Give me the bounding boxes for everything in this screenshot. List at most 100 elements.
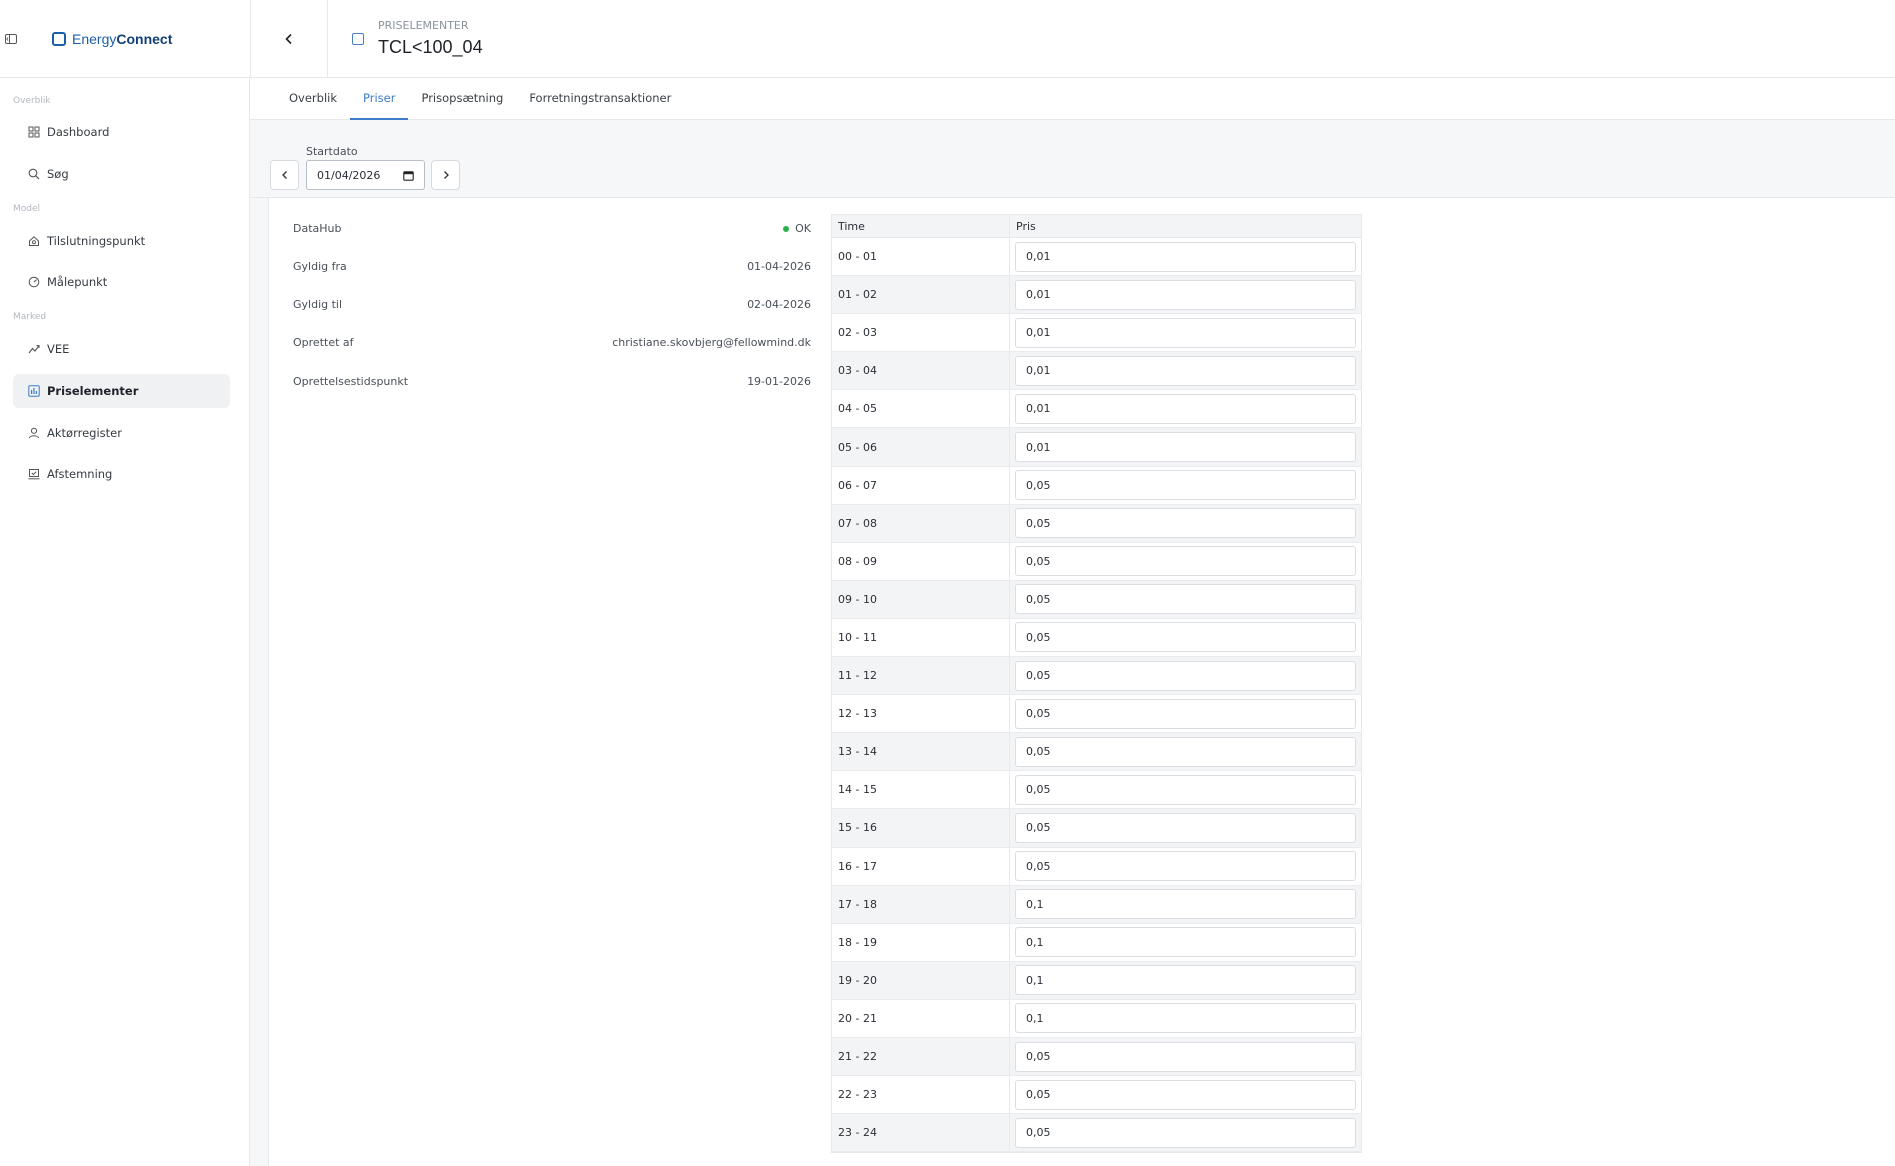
next-date-button[interactable] xyxy=(431,160,460,190)
hour-cell: 01 - 02 xyxy=(832,276,1010,314)
back-button[interactable] xyxy=(250,0,328,78)
price-input[interactable]: 0,1 xyxy=(1015,965,1356,996)
price-cell: 0,05 xyxy=(1010,848,1361,885)
brand-logo-area[interactable]: EnergyConnect xyxy=(22,0,250,78)
price-input[interactable]: 0,05 xyxy=(1015,546,1356,577)
sidebar-item-label: Aktørregister xyxy=(47,426,122,440)
price-input[interactable]: 0,05 xyxy=(1015,508,1356,539)
hour-cell: 05 - 06 xyxy=(832,428,1010,466)
sidebar-item-aktorregister[interactable]: Aktørregister xyxy=(13,416,230,450)
tab-forretningstransaktioner[interactable]: Forretningstransaktioner xyxy=(516,78,684,120)
column-header-pris[interactable]: Pris xyxy=(1010,215,1361,237)
calendar-icon[interactable] xyxy=(403,170,414,184)
grid-icon xyxy=(27,125,41,139)
table-row: 04 - 05 0,01 xyxy=(832,390,1361,429)
sidebar-toggle[interactable] xyxy=(0,0,22,78)
price-input[interactable]: 0,05 xyxy=(1015,470,1356,501)
price-input[interactable]: 0,05 xyxy=(1015,774,1356,805)
price-input[interactable]: 0,05 xyxy=(1015,1117,1356,1148)
scale-icon xyxy=(27,467,41,481)
hour-cell: 17 - 18 xyxy=(832,885,1010,923)
hour-cell: 13 - 14 xyxy=(832,733,1010,771)
table-row: 08 - 09 0,05 xyxy=(832,542,1361,581)
price-input[interactable]: 0,05 xyxy=(1015,1041,1356,1072)
hour-cell: 04 - 05 xyxy=(832,390,1010,428)
price-cell: 0,05 xyxy=(1010,771,1361,808)
sidebar-item-malepunkt[interactable]: Målepunkt xyxy=(13,265,230,299)
price-input[interactable]: 0,05 xyxy=(1015,584,1356,615)
hour-cell: 10 - 11 xyxy=(832,618,1010,657)
tab-prisopsaetning[interactable]: Prisopsætning xyxy=(408,78,516,120)
table-body: 00 - 01 0,01 01 - 02 0,01 02 - 03 0,01 03 - 04… xyxy=(832,238,1361,1153)
table-row: 02 - 03 0,01 xyxy=(832,314,1361,353)
gauge-icon xyxy=(27,275,41,289)
price-input[interactable]: 0,01 xyxy=(1015,241,1356,272)
price-cell: 0,01 xyxy=(1010,428,1361,465)
table-row: 06 - 07 0,05 xyxy=(832,466,1361,505)
info-label: DataHub xyxy=(293,221,342,235)
price-input[interactable]: 0,05 xyxy=(1015,660,1356,691)
price-cell: 0,01 xyxy=(1010,314,1361,351)
table-row: 01 - 02 0,01 xyxy=(832,276,1361,315)
tab-priser[interactable]: Priser xyxy=(350,78,409,120)
price-input[interactable]: 0,1 xyxy=(1015,889,1356,920)
page-header: PRISELEMENTER TCL<100_04 xyxy=(328,0,1895,78)
info-row-oprettet-af: Oprettet af christiane.skovbjerg@fellowm… xyxy=(293,332,811,352)
price-input[interactable]: 0,1 xyxy=(1015,1003,1356,1034)
table-row: 11 - 12 0,05 xyxy=(832,657,1361,696)
sidebar-item-dashboard[interactable]: Dashboard xyxy=(13,115,230,149)
hour-cell: 15 - 16 xyxy=(832,809,1010,847)
price-input[interactable]: 0,01 xyxy=(1015,317,1356,348)
price-cell: 0,01 xyxy=(1010,352,1361,389)
price-input[interactable]: 0,1 xyxy=(1015,927,1356,958)
sidebar-item-tilslutningspunkt[interactable]: Tilslutningspunkt xyxy=(13,224,230,258)
price-input[interactable]: 0,05 xyxy=(1015,812,1356,843)
price-cell: 0,05 xyxy=(1010,619,1361,656)
price-cell: 0,05 xyxy=(1010,1076,1361,1113)
sidebar: Overblik Dashboard Søg Model Tilslutning… xyxy=(0,78,250,1166)
info-label: Oprettelsestidspunkt xyxy=(293,374,409,388)
column-header-time[interactable]: Time xyxy=(832,215,1010,237)
startdato-input[interactable]: 01/04/2026 xyxy=(306,160,425,190)
price-cell: 0,01 xyxy=(1010,276,1361,313)
sidebar-item-search[interactable]: Søg xyxy=(13,157,230,191)
price-input[interactable]: 0,01 xyxy=(1015,432,1356,463)
hour-cell: 12 - 13 xyxy=(832,695,1010,733)
tab-bar: Overblik Priser Prisopsætning Forretning… xyxy=(250,78,1895,120)
table-header: Time Pris xyxy=(832,215,1361,238)
price-input[interactable]: 0,05 xyxy=(1015,736,1356,767)
table-row: 17 - 18 0,1 xyxy=(832,885,1361,924)
price-input[interactable]: 0,05 xyxy=(1015,1079,1356,1110)
hour-cell: 00 - 01 xyxy=(832,238,1010,276)
price-input[interactable]: 0,01 xyxy=(1015,355,1356,386)
price-input[interactable]: 0,05 xyxy=(1015,851,1356,882)
hour-cell: 06 - 07 xyxy=(832,466,1010,504)
status-dot-icon xyxy=(783,225,790,232)
price-input[interactable]: 0,05 xyxy=(1015,622,1356,653)
sidebar-item-vee[interactable]: VEE xyxy=(13,332,230,366)
price-cell: 0,1 xyxy=(1010,924,1361,961)
price-cell: 0,1 xyxy=(1010,1000,1361,1037)
price-panel: DataHub OK Gyldig fra 01-04-2026 Gyldig … xyxy=(268,198,1895,1166)
table-row: 05 - 06 0,01 xyxy=(832,428,1361,467)
price-cell: 0,05 xyxy=(1010,581,1361,618)
table-row: 09 - 10 0,05 xyxy=(832,580,1361,619)
price-input[interactable]: 0,01 xyxy=(1015,393,1356,424)
user-icon xyxy=(27,426,41,440)
select-checkbox[interactable] xyxy=(352,33,364,45)
sidebar-item-priselementer[interactable]: Priselementer xyxy=(13,374,230,408)
tab-overblik[interactable]: Overblik xyxy=(276,78,350,120)
price-input[interactable]: 0,05 xyxy=(1015,698,1356,729)
table-row: 14 - 15 0,05 xyxy=(832,771,1361,810)
info-row-oprettelsestidspunkt: Oprettelsestidspunkt 19-01-2026 xyxy=(293,371,811,391)
hour-cell: 16 - 17 xyxy=(832,847,1010,885)
search-icon xyxy=(27,167,41,181)
price-cell: 0,05 xyxy=(1010,695,1361,732)
price-cell: 0,01 xyxy=(1010,238,1361,275)
hour-cell: 18 - 19 xyxy=(832,923,1010,961)
sidebar-section-overblik: Overblik xyxy=(13,96,51,106)
price-input[interactable]: 0,01 xyxy=(1015,279,1356,310)
hour-cell: 23 - 24 xyxy=(832,1114,1010,1152)
sidebar-item-afstemning[interactable]: Afstemning xyxy=(13,457,230,491)
previous-date-button[interactable] xyxy=(270,160,299,190)
